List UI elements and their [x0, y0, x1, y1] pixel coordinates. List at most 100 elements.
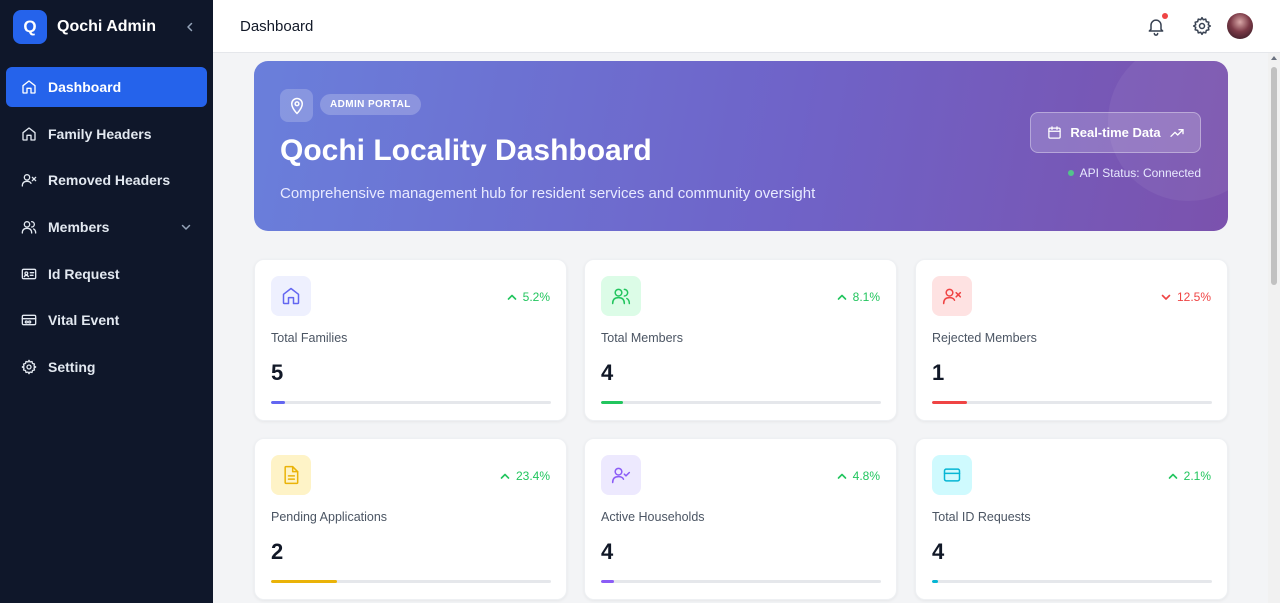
realtime-data-label: Real-time Data [1070, 125, 1161, 140]
scrollbar[interactable] [1268, 53, 1280, 603]
notification-dot [1162, 13, 1168, 19]
trend-value: 5.2% [522, 290, 550, 304]
progress-bar [271, 580, 551, 583]
card-label: Rejected Members [932, 331, 1037, 345]
chevron-up-icon [836, 470, 848, 482]
admin-portal-badge: ADMIN PORTAL [320, 94, 421, 115]
api-status-text: API Status: Connected [1079, 166, 1201, 180]
trend-value: 12.5% [1176, 290, 1211, 304]
chevron-up-icon [1167, 470, 1179, 482]
progress-fill [271, 580, 337, 583]
sidebar-item-label: Family Headers [48, 125, 152, 142]
card-value: 4 [601, 360, 614, 385]
progress-bar [932, 401, 1212, 404]
sidebar: Q Qochi Admin Dashboard Family Headers R… [0, 0, 213, 603]
sidebar-item-label: Vital Event [48, 312, 120, 329]
progress-fill [601, 580, 615, 583]
sidebar-item-label: Removed Headers [48, 172, 171, 189]
home-icon [271, 276, 311, 316]
stat-card-total-id-requests[interactable]: 2.1% Total ID Requests 4 [915, 438, 1228, 600]
trend-indicator: 4.8% [836, 469, 880, 483]
trend-indicator: 2.1% [1167, 469, 1211, 483]
card-label: Total ID Requests [932, 510, 1031, 524]
card-label: Active Households [601, 510, 705, 524]
sidebar-item-label: Members [48, 219, 110, 236]
progress-bar [601, 401, 881, 404]
scroll-up-arrow[interactable] [1271, 56, 1277, 60]
gear-icon [20, 358, 38, 376]
progress-bar [932, 580, 1212, 583]
api-status: API Status: Connected [1067, 166, 1201, 180]
progress-bar [601, 580, 881, 583]
card-value: 4 [932, 539, 945, 564]
users-icon [601, 276, 641, 316]
trend-indicator: 12.5% [1160, 290, 1211, 304]
realtime-data-button[interactable]: Real-time Data [1030, 112, 1201, 153]
stat-card-rejected-members[interactable]: 12.5% Rejected Members 1 [915, 259, 1228, 421]
sidebar-item-label: Id Request [48, 265, 120, 282]
sidebar-item-label: Dashboard [48, 79, 122, 95]
id-card-icon [20, 265, 38, 283]
calendar-icon [1046, 125, 1062, 141]
trend-value: 23.4% [515, 469, 550, 483]
hero-banner: ADMIN PORTAL Qochi Locality Dashboard Co… [254, 61, 1228, 231]
scroll-thumb[interactable] [1271, 67, 1277, 285]
trend-value: 2.1% [1183, 469, 1211, 483]
home-icon [20, 78, 38, 96]
card-icon [932, 455, 972, 495]
document-icon [271, 455, 311, 495]
hero-subtitle: Comprehensive management hub for residen… [280, 185, 816, 202]
card-label: Total Members [601, 331, 683, 345]
gear-icon[interactable] [1191, 15, 1213, 37]
chevron-up-icon [499, 470, 511, 482]
card-value: 1 [932, 360, 945, 385]
home-icon [20, 125, 38, 143]
sidebar-item-removed-headers[interactable]: Removed Headers [6, 160, 207, 200]
trend-value: 4.8% [852, 469, 880, 483]
status-dot [1067, 170, 1074, 176]
user-x-icon [20, 171, 38, 189]
chevron-up-icon [836, 291, 848, 303]
progress-fill [932, 580, 938, 583]
trend-value: 8.1% [852, 290, 880, 304]
chevron-up-icon [506, 291, 518, 303]
trending-up-icon [1169, 125, 1185, 141]
card-value: 4 [601, 539, 614, 564]
trend-indicator: 8.1% [836, 290, 880, 304]
avatar[interactable] [1227, 13, 1253, 39]
sidebar-nav: Dashboard Family Headers Removed Headers… [0, 53, 213, 387]
brand-name: Qochi Admin [57, 17, 156, 35]
stat-card-total-members[interactable]: 8.1% Total Members 4 [584, 259, 897, 421]
trend-indicator: 5.2% [506, 290, 550, 304]
brand: Q Qochi Admin [0, 0, 213, 53]
wallet-icon [20, 311, 38, 329]
progress-fill [271, 401, 285, 404]
stat-card-active-households[interactable]: 4.8% Active Households 4 [584, 438, 897, 600]
sidebar-item-id-request[interactable]: Id Request [6, 254, 207, 294]
progress-fill [601, 401, 624, 404]
card-label: Total Families [271, 331, 348, 345]
sidebar-item-setting[interactable]: Setting [6, 347, 207, 387]
trend-indicator: 23.4% [499, 469, 550, 483]
stat-card-total-families[interactable]: 5.2% Total Families 5 [254, 259, 567, 421]
card-label: Pending Applications [271, 510, 388, 524]
sidebar-item-dashboard[interactable]: Dashboard [6, 67, 207, 107]
sidebar-item-family-headers[interactable]: Family Headers [6, 114, 207, 154]
page-title: Dashboard [240, 17, 314, 35]
chevron-left-icon[interactable] [180, 17, 200, 37]
bell-icon[interactable] [1145, 13, 1168, 37]
sidebar-item-members[interactable]: Members [6, 207, 207, 247]
stat-card-pending-applications[interactable]: 23.4% Pending Applications 2 [254, 438, 567, 600]
sidebar-item-label: Setting [48, 359, 96, 376]
chevron-down-icon [1160, 291, 1172, 303]
progress-fill [932, 401, 967, 404]
card-value: 2 [271, 539, 284, 564]
user-check-icon [601, 455, 641, 495]
sidebar-item-vital-event[interactable]: Vital Event [6, 300, 207, 340]
brand-logo: Q [13, 9, 47, 44]
topbar: Dashboard [213, 0, 1280, 53]
hero-title: Qochi Locality Dashboard [280, 134, 652, 167]
chevron-down-icon [179, 220, 193, 234]
card-value: 5 [271, 360, 284, 385]
map-pin-icon [280, 89, 313, 122]
